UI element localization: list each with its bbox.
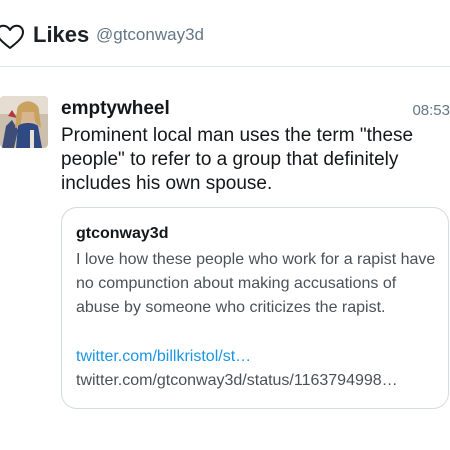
avatar[interactable] (0, 96, 48, 148)
tweet-text: Prominent local man uses the term "these… (61, 125, 414, 194)
account-handle[interactable]: @gtconway3d (96, 25, 204, 45)
header-divider (0, 66, 450, 67)
quoted-tweet-url[interactable]: twitter.com/gtconway3d/status/1163794998… (76, 372, 438, 390)
likes-timeline: Likes @gtconway3d emptywheel 08:53 Promi… (0, 0, 450, 450)
quoted-tweet-link[interactable]: twitter.com/billkristol/st… (76, 348, 251, 366)
heart-outline-icon (0, 24, 24, 49)
tweet-author-name[interactable]: emptywheel (61, 98, 170, 120)
tweet-timestamp[interactable]: 08:53 (412, 102, 450, 119)
quoted-tweet-text: I love how these people who work for a r… (76, 251, 436, 316)
quoted-tweet-card[interactable]: gtconway3d I love how these people who w… (61, 207, 449, 409)
quoted-tweet-author[interactable]: gtconway3d (76, 225, 168, 243)
page-title: Likes (33, 22, 90, 47)
